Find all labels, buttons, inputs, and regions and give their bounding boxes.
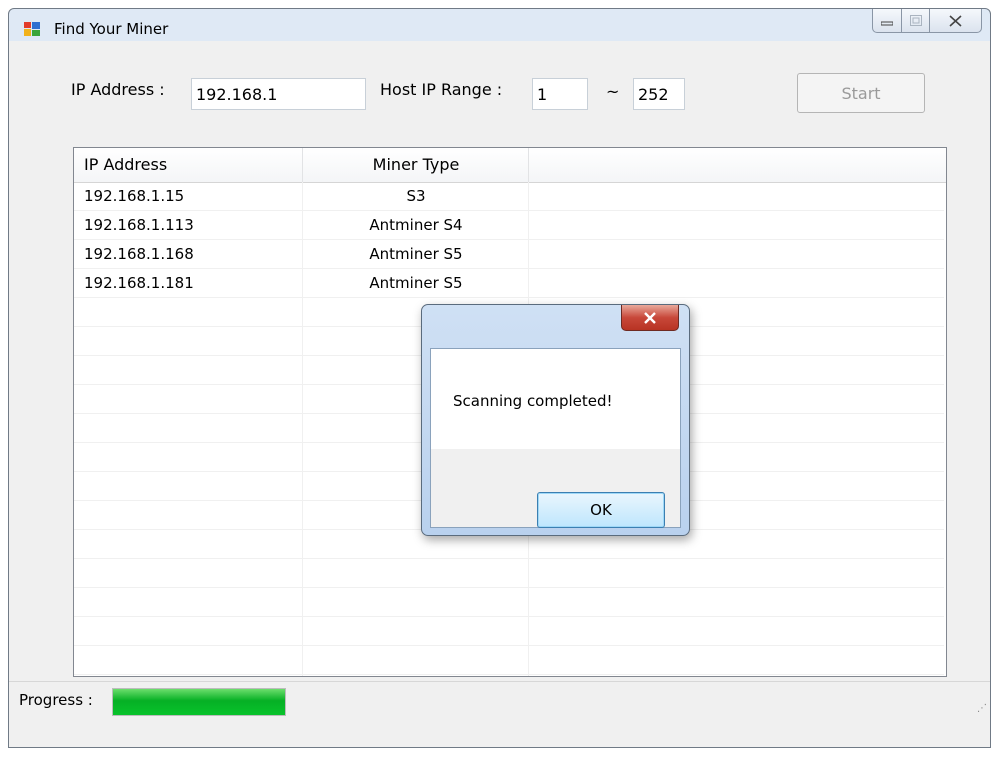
table-row[interactable]: 192.168.1.181 Antminer S5 bbox=[74, 269, 944, 298]
ip-address-input[interactable] bbox=[191, 78, 366, 110]
cell-ip-address: 192.168.1.168 bbox=[84, 245, 194, 263]
table-row bbox=[74, 559, 944, 588]
cell-miner-type: Antminer S5 bbox=[369, 274, 463, 292]
status-bar: Progress : ⋰ bbox=[9, 681, 990, 718]
app-icon bbox=[24, 22, 40, 36]
message-dialog: Scanning completed! OK bbox=[421, 304, 690, 536]
dialog-close-button[interactable] bbox=[621, 305, 679, 331]
ok-button[interactable]: OK bbox=[537, 492, 665, 528]
dialog-footer: OK bbox=[431, 449, 680, 528]
maximize-button[interactable] bbox=[902, 9, 930, 33]
range-start-input[interactable] bbox=[532, 78, 588, 110]
cell-miner-type: S3 bbox=[406, 187, 426, 205]
table-row[interactable]: 192.168.1.113 Antminer S4 bbox=[74, 211, 944, 240]
minimize-icon bbox=[881, 21, 893, 25]
table-row bbox=[74, 588, 944, 617]
cell-ip-address: 192.168.1.181 bbox=[84, 274, 194, 292]
range-end-input[interactable] bbox=[633, 78, 685, 110]
title-bar[interactable]: Find Your Miner bbox=[9, 9, 990, 41]
column-header-ip[interactable]: IP Address bbox=[84, 148, 167, 182]
maximize-icon bbox=[909, 15, 922, 26]
close-button[interactable] bbox=[930, 9, 982, 33]
host-ip-range-label: Host IP Range : bbox=[380, 80, 503, 99]
table-row[interactable]: 192.168.1.168 Antminer S5 bbox=[74, 240, 944, 269]
column-header-miner-type[interactable]: Miner Type bbox=[303, 148, 529, 182]
column-divider[interactable] bbox=[528, 148, 529, 182]
dialog-message: Scanning completed! bbox=[453, 392, 613, 410]
resize-grip-icon[interactable]: ⋰ bbox=[977, 703, 987, 714]
progress-bar bbox=[112, 688, 286, 716]
close-icon bbox=[644, 311, 656, 324]
cell-ip-address: 192.168.1.113 bbox=[84, 216, 194, 234]
close-icon bbox=[949, 14, 962, 27]
progress-fill bbox=[113, 689, 285, 715]
table-row[interactable]: 192.168.1.15 S3 bbox=[74, 182, 944, 211]
list-header: IP Address Miner Type bbox=[74, 148, 946, 183]
range-separator: ~ bbox=[606, 82, 620, 101]
minimize-button[interactable] bbox=[872, 9, 902, 33]
dialog-body: Scanning completed! OK bbox=[430, 348, 681, 528]
window-title: Find Your Miner bbox=[54, 20, 169, 38]
progress-label: Progress : bbox=[19, 691, 93, 709]
ip-address-label: IP Address : bbox=[71, 80, 165, 99]
cell-ip-address: 192.168.1.15 bbox=[84, 187, 185, 205]
caption-buttons bbox=[872, 9, 982, 35]
start-button[interactable]: Start bbox=[797, 73, 925, 113]
table-row bbox=[74, 646, 944, 675]
table-row bbox=[74, 617, 944, 646]
cell-miner-type: Antminer S4 bbox=[369, 216, 463, 234]
cell-miner-type: Antminer S5 bbox=[369, 245, 463, 263]
